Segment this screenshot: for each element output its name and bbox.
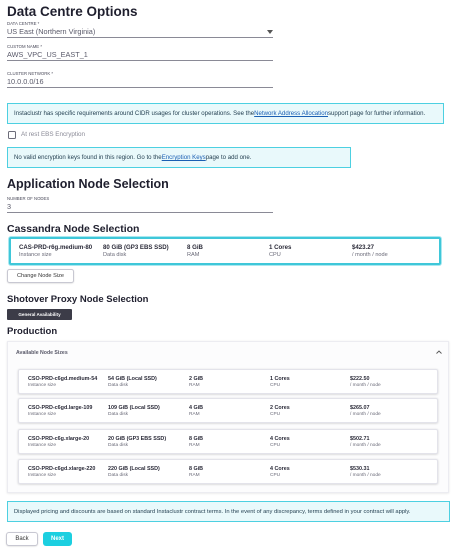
custom-name-value: AWS_VPC_US_EAST_1 [7,50,88,59]
node-price: $423.27 [352,244,375,251]
custom-name-input[interactable]: AWS_VPC_US_EAST_1 [7,48,273,61]
node-cpu: 1 Cores [270,376,290,382]
back-button[interactable]: Back [6,532,38,546]
change-node-size-button[interactable]: Change Node Size [7,269,74,283]
pricing-notice: Displayed pricing and discounts are base… [7,501,450,522]
encryption-notice-text-after: page to add one. [205,154,252,161]
ebs-encryption-label: At rest EBS Encryption [21,131,86,138]
node-disk: 54 GiB (Local SSD) [108,376,157,382]
node-size: CSO-PRD-c6gd.xlarge-220 [28,466,96,472]
node-size: CSO-PRD-c6gd.large-109 [28,405,93,411]
data-centre-underline [7,37,273,38]
node-price-label: / month / node [350,443,381,448]
number-of-nodes-value: 3 [7,202,12,211]
node-disk-label: Data disk [108,443,128,448]
node-cpu-label: CPU [269,252,281,258]
app-node-title: Application Node Selection [7,177,169,191]
cidr-notice-text-before: Instaclustr has specific requirements ar… [14,110,255,117]
node-price: $502.71 [350,436,370,442]
available-node-sizes-title: Available Node Sizes [16,350,68,356]
node-ram-label: RAM [189,412,200,417]
cidr-notice: Instaclustr has specific requirements ar… [7,103,444,124]
data-centre-value: US East (Northern Virginia) [7,27,96,36]
chevron-up-icon[interactable] [436,350,442,354]
node-size-label: Instance size [28,473,56,478]
node-cpu: 4 Cores [270,466,290,472]
node-cpu-label: CPU [270,383,281,388]
node-ram: 8 GiB [189,436,204,442]
node-cpu: 4 Cores [270,436,290,442]
node-disk-label: Data disk [108,412,128,417]
encryption-keys-link[interactable]: Encryption Keys [162,154,206,161]
general-availability-badge: General Availability [7,309,72,320]
production-title: Production [7,326,58,337]
cassandra-title: Cassandra Node Selection [7,223,140,235]
node-price-label: / month / node [352,252,388,258]
node-disk: 220 GiB (Local SSD) [108,466,160,472]
node-ram: 2 GiB [189,376,204,382]
shotover-node-card-1[interactable]: CSO-PRD-c6gd.large-109 Instance size 109 … [18,398,438,423]
node-disk-label: Data disk [108,383,128,388]
node-ram: 8 GiB [189,466,204,472]
node-cpu: 2 Cores [270,405,290,411]
node-price-label: / month / node [350,473,381,478]
custom-name-underline [7,60,273,61]
node-size-label: Instance size [19,252,52,258]
next-button[interactable]: Next [43,532,72,546]
node-ram: 4 GiB [189,405,204,411]
node-size: CSO-PRD-c6gd.medium-54 [28,376,98,382]
node-price: $265.07 [350,405,370,411]
node-disk: 20 GiB (GP3 EBS SSD) [108,436,167,442]
shotover-title: Shotover Proxy Node Selection [7,294,149,305]
data-centre-title: Data Centre Options [7,4,138,19]
encryption-notice-text-before: No valid encryption keys found in this r… [14,154,162,161]
node-cpu-label: CPU [270,443,281,448]
cluster-network-value: 10.0.0.0/16 [7,77,44,86]
pricing-notice-text: Displayed pricing and discounts are base… [14,508,411,515]
caret-down-icon [267,30,273,34]
network-address-allocation-link[interactable]: Network Address Allocation [254,110,328,117]
node-ram-label: RAM [189,383,200,388]
node-price-label: / month / node [350,412,381,417]
node-cpu-label: CPU [270,412,281,417]
cidr-notice-text-after: support page for further information. [328,110,426,117]
node-size: CAS-PRD-r6g.medium-80 [19,244,93,251]
node-ram: 8 GiB [187,244,203,251]
node-price: $530.31 [350,466,370,472]
ebs-encryption-checkbox[interactable] [8,131,16,139]
node-size: CSO-PRD-c6g.xlarge-20 [28,436,90,442]
shotover-node-card-3[interactable]: CSO-PRD-c6gd.xlarge-220 Instance size 220… [18,459,438,484]
cassandra-selected-node[interactable]: CAS-PRD-r6g.medium-80 Instance size 80 Gi… [9,237,441,265]
number-of-nodes-input[interactable]: 3 [7,200,273,213]
node-ram-label: RAM [189,443,200,448]
node-size-label: Instance size [28,412,56,417]
node-size-label: Instance size [28,383,56,388]
node-price: $222.50 [350,376,370,382]
data-centre-select[interactable]: US East (Northern Virginia) [7,25,273,38]
cluster-network-input[interactable]: 10.0.0.0/16 [7,75,273,88]
shotover-node-card-2[interactable]: CSO-PRD-c6g.xlarge-20 Instance size 20 Gi… [18,429,438,454]
node-disk: 109 GiB (Local SSD) [108,405,160,411]
node-disk: 80 GiB (GP3 EBS SSD) [103,244,169,251]
node-size-label: Instance size [28,443,56,448]
node-disk-label: Data disk [108,473,128,478]
node-ram-label: RAM [187,252,200,258]
encryption-notice: No valid encryption keys found in this r… [7,147,351,168]
node-price-label: / month / node [350,383,381,388]
node-disk-label: Data disk [103,252,127,258]
number-of-nodes-underline [7,212,273,213]
node-cpu-label: CPU [270,473,281,478]
cluster-network-underline [7,87,273,88]
node-cpu: 1 Cores [269,244,292,251]
node-ram-label: RAM [189,473,200,478]
shotover-node-card-0[interactable]: CSO-PRD-c6gd.medium-54 Instance size 54 G… [18,369,438,394]
